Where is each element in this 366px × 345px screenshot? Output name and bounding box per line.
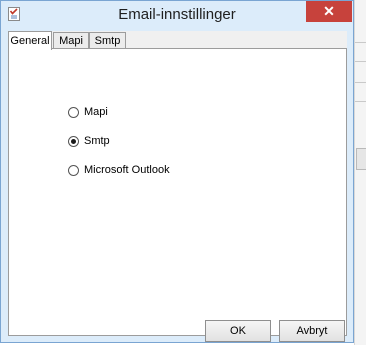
close-icon: ✕	[323, 3, 335, 19]
tab-general[interactable]: General	[8, 31, 52, 50]
radio-button[interactable]	[68, 164, 79, 176]
ok-button[interactable]: OK	[205, 320, 271, 342]
background-divider	[355, 101, 366, 102]
radio-selected-dot	[71, 138, 76, 144]
radio-button[interactable]	[68, 106, 79, 118]
close-button[interactable]: ✕	[306, 1, 352, 22]
cancel-button[interactable]: Avbryt	[279, 320, 345, 342]
tab-smtp[interactable]: Smtp	[89, 32, 126, 49]
radio-button[interactable]	[68, 135, 79, 147]
background-window-edge	[354, 0, 366, 345]
radio-option-mapi[interactable]: Mapi	[68, 104, 108, 120]
radio-option-smtp[interactable]: Smtp	[68, 133, 110, 149]
background-control	[356, 148, 366, 170]
background-divider	[355, 61, 366, 62]
dialog-client-area: General Mapi Smtp Mapi Smtp Microsoft Ou…	[8, 31, 347, 342]
radio-option-outlook[interactable]: Microsoft Outlook	[68, 162, 170, 178]
background-divider	[355, 82, 366, 83]
title-bar[interactable]: Email-innstillinger ✕	[1, 1, 353, 31]
radio-label: Mapi	[84, 106, 108, 118]
tab-label: General	[10, 35, 50, 47]
tab-mapi[interactable]: Mapi	[53, 32, 89, 49]
radio-label: Smtp	[84, 135, 110, 147]
dialog-window: Email-innstillinger ✕ General Mapi Smtp …	[0, 0, 354, 343]
window-title: Email-innstillinger	[118, 6, 236, 23]
tab-label: Mapi	[59, 35, 83, 47]
radio-label: Microsoft Outlook	[84, 164, 170, 176]
background-divider	[355, 42, 366, 43]
tab-label: Smtp	[94, 35, 121, 47]
tab-panel-general: Mapi Smtp Microsoft Outlook OK Avbryt	[8, 48, 347, 342]
